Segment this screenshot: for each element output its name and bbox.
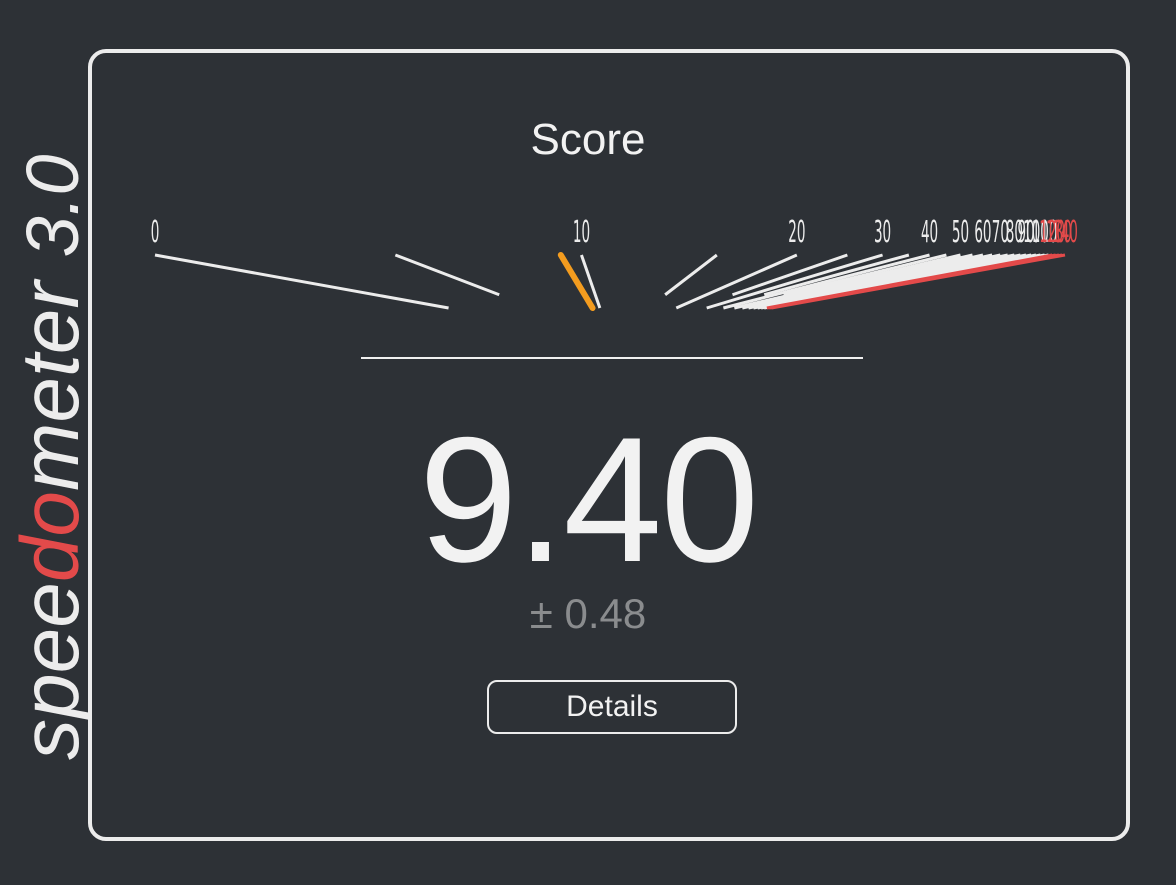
- gauge-label-30: 30: [874, 215, 891, 250]
- score-value: 9.40: [418, 400, 759, 599]
- gauge-label-10: 10: [573, 215, 590, 250]
- gauge-label-0: 0: [151, 215, 160, 250]
- gauge-tick-15: [664, 253, 718, 296]
- gauge-label-50: 50: [952, 215, 969, 250]
- score-error: ± 0.48: [529, 590, 647, 637]
- score-title: Score: [530, 115, 646, 164]
- gauge-label-60: 60: [974, 215, 991, 250]
- gauge-label-20: 20: [788, 215, 805, 250]
- speedometer-gauge: 0 10 20 30 40 50 60 708090100110120130140: [151, 215, 1078, 311]
- gauge-label-40: 40: [921, 215, 938, 250]
- divider: [361, 357, 863, 359]
- gauge-label-140: 140: [1052, 215, 1078, 250]
- logo-version: 3.0: [11, 154, 94, 257]
- gauge-needle: [557, 252, 596, 311]
- gauge-tick-0: [154, 253, 449, 310]
- gauge-tick-5: [394, 253, 500, 297]
- details-button[interactable]: Details: [487, 680, 737, 734]
